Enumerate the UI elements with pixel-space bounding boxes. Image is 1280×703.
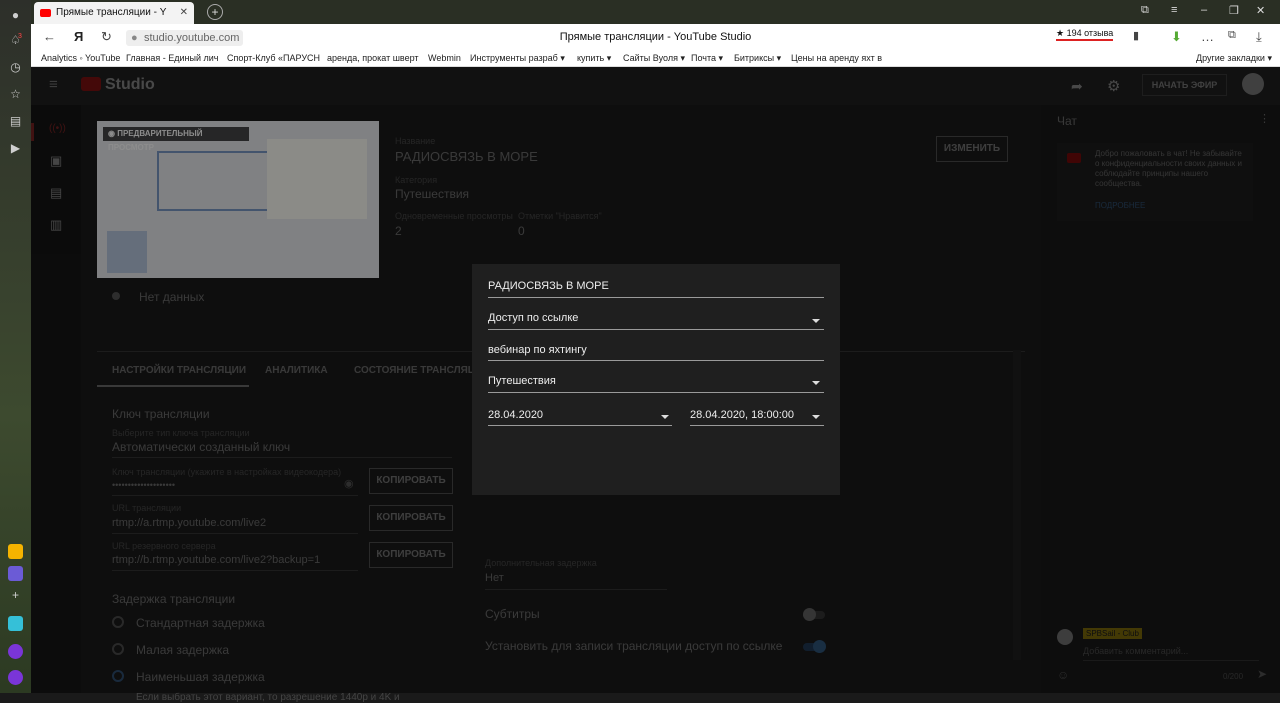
browser-tab[interactable]: Прямые трансляции - Y ✕ — [34, 2, 194, 24]
date-select[interactable]: 28.04.2020 — [488, 409, 543, 421]
bookmark-item[interactable]: Цены на аренду яхт в — [791, 53, 882, 63]
input-underline — [488, 360, 824, 361]
input-underline — [488, 297, 824, 298]
close-window-icon[interactable]: ✕ — [1256, 4, 1265, 17]
chevron-down-icon — [812, 415, 820, 419]
mail-icon[interactable] — [8, 544, 23, 559]
category-select[interactable]: Путешествия — [488, 375, 556, 387]
menu-icon[interactable]: ≡ — [1171, 4, 1177, 16]
select-underline — [488, 329, 824, 330]
select-underline — [488, 425, 672, 426]
bookmark-item[interactable]: аренда, прокат шверт — [327, 53, 419, 63]
assistant-icon[interactable] — [8, 670, 23, 685]
chevron-down-icon — [661, 415, 669, 419]
collections-icon[interactable]: ▤ — [8, 114, 23, 129]
bookmark-item[interactable]: купить ▾ — [577, 53, 611, 64]
minimize-icon[interactable]: – — [1201, 4, 1207, 16]
bookmark-item[interactable]: Битриксы ▾ — [734, 53, 781, 64]
restore-icon[interactable]: ❐ — [1229, 4, 1239, 17]
download-panel-icon[interactable]: ⤓ — [1256, 29, 1262, 45]
bookmark-item[interactable]: Webmin — [428, 53, 461, 63]
close-tab-icon[interactable]: ✕ — [180, 2, 188, 24]
bookmark-item[interactable]: Analytics ◦ YouTube — [41, 53, 120, 63]
chevron-down-icon — [812, 381, 820, 385]
visibility-select[interactable]: Доступ по ссылке — [488, 312, 578, 324]
chevron-down-icon — [812, 319, 820, 323]
title-input[interactable]: РАДИОСВЯЗЬ В МОРЕ — [488, 280, 609, 292]
bookmark-item[interactable]: Спорт-Клуб «ПАРУСН — [227, 53, 320, 63]
app-icon[interactable] — [8, 616, 23, 631]
tabs-icon[interactable]: ⧉ — [1141, 4, 1149, 17]
select-underline — [690, 425, 824, 426]
new-tab-button[interactable]: + — [207, 4, 223, 20]
history-icon[interactable]: ◷ — [8, 60, 23, 75]
messenger-icon[interactable] — [8, 566, 23, 581]
select-underline — [488, 392, 824, 393]
share-icon[interactable]: ⧉ — [1228, 29, 1236, 42]
add-icon[interactable]: + — [8, 588, 23, 603]
other-bookmarks[interactable]: Другие закладки ▾ — [1196, 53, 1272, 64]
tab-title: Прямые трансляции - Y — [56, 7, 167, 18]
media-icon[interactable]: ▶ — [8, 141, 23, 156]
alice-icon[interactable] — [8, 644, 23, 659]
latency-note: Если выбрать этот вариант, то разрешение… — [136, 692, 400, 703]
bookmark-item[interactable]: Почта ▾ — [691, 53, 723, 64]
rating-badge[interactable]: ★ 194 отзыва — [1056, 28, 1114, 41]
browser-side-panel: ● ♤ 3 ◷ ☆ ▤ ▶ + — [0, 0, 31, 693]
bookmark-icon[interactable]: ▮ — [1133, 29, 1139, 42]
download-icon[interactable]: ⬇ — [1171, 29, 1182, 45]
bookmark-item[interactable]: Инструменты разраб ▾ — [470, 53, 565, 64]
description-input[interactable]: вебинар по яхтингу — [488, 344, 587, 356]
star-icon[interactable]: ☆ — [8, 87, 23, 102]
bookmark-item[interactable]: Сайты Вуоля ▾ — [623, 53, 685, 64]
datetime-select[interactable]: 28.04.2020, 18:00:00 — [690, 409, 794, 421]
address-bar: ← Я ↻ ● studio.youtube.com Прямые трансля… — [31, 24, 1280, 51]
notifications-icon[interactable]: ♤ 3 — [8, 33, 23, 48]
notification-badge: 3 — [18, 33, 22, 40]
bookmark-item[interactable]: Главная - Единый лич — [126, 53, 218, 63]
tab-bar: Прямые трансляции - Y ✕ + ⧉ ≡ – ❐ ✕ — [31, 0, 1280, 24]
youtube-icon — [40, 9, 51, 17]
more-icon[interactable]: … — [1201, 29, 1214, 44]
edit-stream-dialog: РАДИОСВЯЗЬ В МОРЕ Доступ по ссылке вебин… — [472, 264, 840, 495]
profile-icon[interactable]: ● — [8, 8, 23, 23]
bookmarks-bar: Analytics ◦ YouTube Главная - Единый лич… — [31, 51, 1280, 67]
